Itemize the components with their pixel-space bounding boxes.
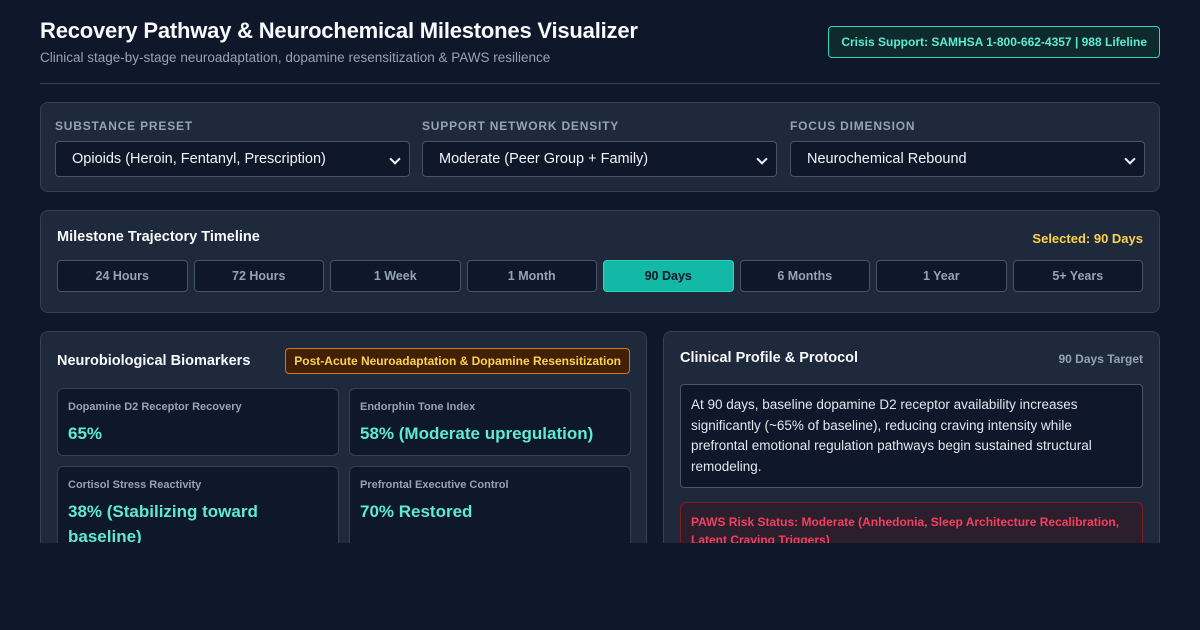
metric-label: Endorphin Tone Index xyxy=(360,401,476,413)
timeline-step-72-hours[interactable]: 72 Hours xyxy=(193,260,324,292)
chevron-down-icon xyxy=(389,153,401,165)
metric-label: Prefrontal Executive Control xyxy=(360,479,509,491)
biomarkers-title: Neurobiological Biomarkers xyxy=(57,353,251,369)
metric-value: 58% (Moderate upregulation) xyxy=(360,424,594,443)
crisis-support-badge[interactable]: Crisis Support: SAMHSA 1-800-662-4357 | … xyxy=(828,26,1160,58)
timeline-step-90-days[interactable]: 90 Days xyxy=(603,260,734,292)
metric-value: 65% xyxy=(68,424,103,443)
timeline-steps: 24 Hours 72 Hours 1 Week 1 Month 90 Days… xyxy=(57,260,1143,292)
metric-card-dopamine: Dopamine D2 Receptor Recovery 65% xyxy=(57,388,339,456)
timeline-selected-label: Selected: 90 Days xyxy=(1032,231,1143,246)
chevron-down-icon xyxy=(756,153,768,165)
metric-label: Cortisol Stress Reactivity xyxy=(68,479,202,491)
focus-label: Focus Dimension xyxy=(790,119,916,133)
metric-label: Dopamine D2 Receptor Recovery xyxy=(68,401,242,413)
substance-value: Opioids (Heroin, Fentanyl, Prescription) xyxy=(72,151,326,167)
controls-panel: Substance Preset Opioids (Heroin, Fentan… xyxy=(40,102,1160,192)
support-control: Support Network Density Moderate (Peer G… xyxy=(422,119,777,177)
metric-card-endorphin: Endorphin Tone Index 58% (Moderate upreg… xyxy=(349,388,631,456)
substance-control: Substance Preset Opioids (Heroin, Fentan… xyxy=(55,119,410,177)
support-select[interactable]: Moderate (Peer Group + Family) xyxy=(422,141,777,177)
timeline-step-1-week[interactable]: 1 Week xyxy=(330,260,461,292)
support-label: Support Network Density xyxy=(422,119,620,133)
page-header: Recovery Pathway & Neurochemical Milesto… xyxy=(40,18,1160,84)
clinical-panel: Clinical Profile & Protocol 90 Days Targ… xyxy=(663,331,1160,572)
substance-select[interactable]: Opioids (Heroin, Fentanyl, Prescription) xyxy=(55,141,410,177)
metric-value: 70% Restored xyxy=(360,502,473,521)
timeline-step-5-plus-years[interactable]: 5+ Years xyxy=(1012,260,1143,292)
substance-label: Substance Preset xyxy=(55,119,193,133)
chevron-down-icon xyxy=(1124,153,1136,165)
page-title: Recovery Pathway & Neurochemical Milesto… xyxy=(40,18,638,43)
phase-badge: Post-Acute Neuroadaptation & Dopamine Re… xyxy=(285,348,630,374)
metric-value: 38% (Stabilizing toward baseline) xyxy=(68,502,258,546)
timeline-step-24-hours[interactable]: 24 Hours xyxy=(57,260,188,292)
timeline-title: Milestone Trajectory Timeline xyxy=(57,229,260,245)
timeline-step-1-month[interactable]: 1 Month xyxy=(466,260,597,292)
focus-value: Neurochemical Rebound xyxy=(807,151,967,167)
protocol-description: At 90 days, baseline dopamine D2 recepto… xyxy=(680,384,1143,488)
page: Recovery Pathway & Neurochemical Milesto… xyxy=(0,0,1200,630)
target-label: 90 Days Target xyxy=(1058,352,1144,366)
viewport-cutoff xyxy=(0,543,1200,630)
timeline-panel: Milestone Trajectory Timeline Selected: … xyxy=(40,210,1160,313)
timeline-step-6-months[interactable]: 6 Months xyxy=(739,260,870,292)
focus-select[interactable]: Neurochemical Rebound xyxy=(790,141,1145,177)
support-value: Moderate (Peer Group + Family) xyxy=(439,151,649,167)
biomarkers-panel: Neurobiological Biomarkers Post-Acute Ne… xyxy=(40,331,647,566)
focus-control: Focus Dimension Neurochemical Rebound xyxy=(790,119,1145,177)
clinical-title: Clinical Profile & Protocol xyxy=(680,350,859,366)
timeline-step-1-year[interactable]: 1 Year xyxy=(876,260,1007,292)
page-subtitle: Clinical stage-by-stage neuroadaptation,… xyxy=(40,50,551,65)
